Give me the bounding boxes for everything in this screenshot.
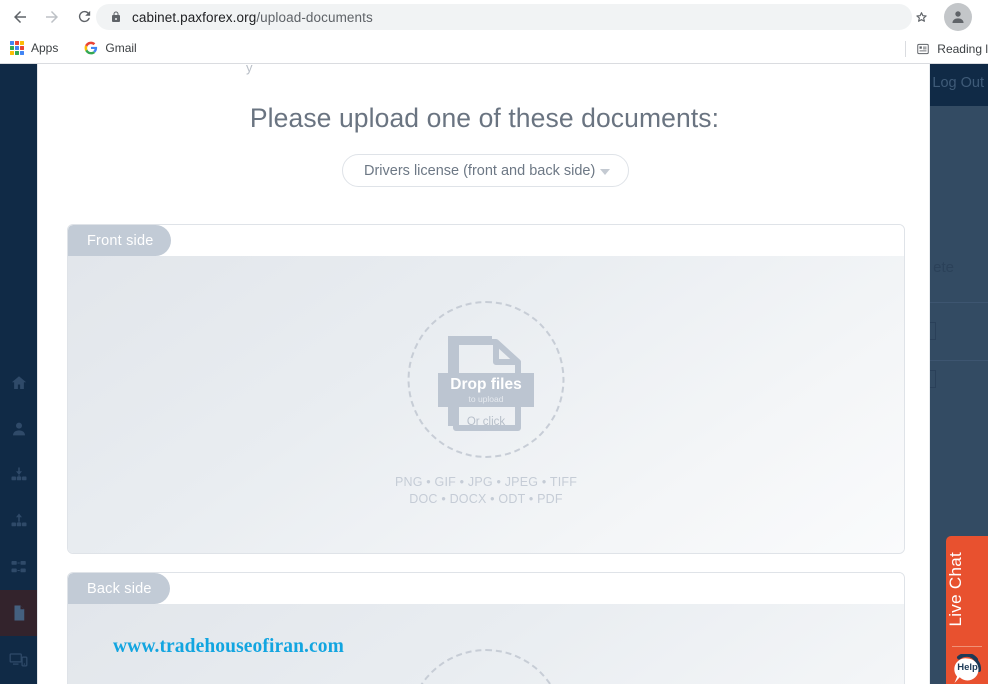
devices-icon (9, 652, 28, 666)
sidebar-item-home[interactable] (0, 360, 37, 406)
profile-avatar-icon (952, 11, 964, 23)
bookmark-apps[interactable]: Apps (2, 36, 66, 60)
page-title: Please upload one of these documents: (249, 103, 720, 133)
url-host: cabinet.paxforex.org (132, 9, 257, 25)
sidebar-item-withdraw[interactable] (0, 498, 37, 544)
url-path: /upload-documents (256, 9, 373, 25)
card-header: Back side (68, 573, 904, 604)
main-content: y Please upload one of these documents: … (37, 64, 930, 684)
upload-card-front: Front side Drop files to upload Or click… (67, 224, 905, 554)
help-label: Help (957, 662, 978, 673)
back-button[interactable] (4, 1, 36, 33)
withdraw-upload-icon (11, 513, 26, 527)
ghost-divider (924, 360, 988, 361)
card-tab-label: Back side (68, 573, 170, 604)
person-icon (12, 422, 25, 436)
live-chat-tab[interactable]: Live Chat Help (946, 536, 988, 684)
browser-toolbar: cabinet.paxforex.org/upload-documents (0, 0, 988, 33)
forward-arrow-icon (46, 10, 58, 23)
bookmark-star-button[interactable] (908, 4, 934, 30)
clipped-text-above-fold: y (246, 64, 253, 75)
reload-icon (78, 10, 90, 23)
browser-chrome: cabinet.paxforex.org/upload-documents Ap… (0, 0, 988, 64)
bookmarks-bar: Apps Gmail Reading l (0, 33, 988, 64)
document-type-selected-value: Drivers license (front and back side) (364, 162, 596, 179)
bookmark-gmail-label: Gmail (105, 41, 137, 55)
app-left-sidebar (0, 64, 37, 684)
dropzone-front[interactable]: Drop files to upload Or click PNG • GIF … (68, 256, 904, 553)
google-g-icon (84, 41, 98, 55)
ghost-complete-label: ete (933, 259, 954, 276)
card-tab-label: Front side (68, 225, 172, 256)
reading-list-button[interactable]: Reading l (905, 33, 988, 64)
card-header: Front side (68, 225, 904, 256)
sidebar-icon-list (0, 360, 37, 682)
dropzone-band: Drop files to upload (438, 373, 534, 407)
upload-card-back: Back side Drop files to upload Or click … (67, 572, 905, 684)
forward-button[interactable] (36, 1, 68, 33)
reading-list-icon (917, 43, 930, 54)
apps-grid-icon (10, 41, 24, 55)
star-icon (915, 11, 927, 22)
address-bar[interactable]: cabinet.paxforex.org/upload-documents (96, 4, 912, 30)
sidebar-item-devices[interactable] (0, 636, 37, 682)
help-button[interactable]: Help (951, 652, 984, 684)
live-chat-label: Live Chat (946, 552, 965, 627)
ghost-divider (924, 302, 988, 303)
sidebar-item-deposit[interactable] (0, 452, 37, 498)
reading-list-label: Reading l (937, 41, 988, 56)
sidebar-item-transfer[interactable] (0, 544, 37, 590)
dropzone-formats: PNG • GIF • JPG • JPEG • TIFF DOC • DOCX… (68, 474, 904, 508)
watermark: www.tradehouseofiran.com (113, 636, 344, 657)
deposit-download-icon (11, 467, 26, 481)
transfer-icon (11, 561, 26, 573)
dropzone-subtitle: to upload (468, 393, 504, 404)
documents-icon (14, 605, 24, 621)
live-chat-divider (952, 646, 982, 647)
page-viewport: Log Out ete y Please upload one of these… (0, 64, 988, 684)
bookmark-gmail[interactable]: Gmail (76, 36, 144, 60)
formats-line-2: DOC • DOCX • ODT • PDF (409, 492, 563, 506)
document-type-dropdown[interactable]: Drivers license (front and back side) (342, 154, 629, 187)
chevron-down-icon (600, 169, 610, 175)
toolbar-divider (905, 40, 907, 57)
dropzone-title: Drop files (450, 376, 522, 393)
formats-line-1: PNG • GIF • JPG • JPEG • TIFF (394, 475, 578, 489)
sidebar-item-documents[interactable] (0, 590, 37, 636)
dropzone-circle (407, 649, 565, 684)
back-arrow-icon (14, 10, 26, 23)
profile-button[interactable] (944, 3, 972, 31)
bookmark-apps-label: Apps (31, 41, 59, 55)
lock-icon (110, 10, 122, 24)
home-icon (11, 376, 26, 389)
sidebar-item-profile[interactable] (0, 406, 37, 452)
url-text: cabinet.paxforex.org/upload-documents (132, 10, 373, 25)
logout-button[interactable]: Log Out (932, 75, 984, 91)
dropzone-or-click[interactable]: Or click (467, 416, 505, 428)
